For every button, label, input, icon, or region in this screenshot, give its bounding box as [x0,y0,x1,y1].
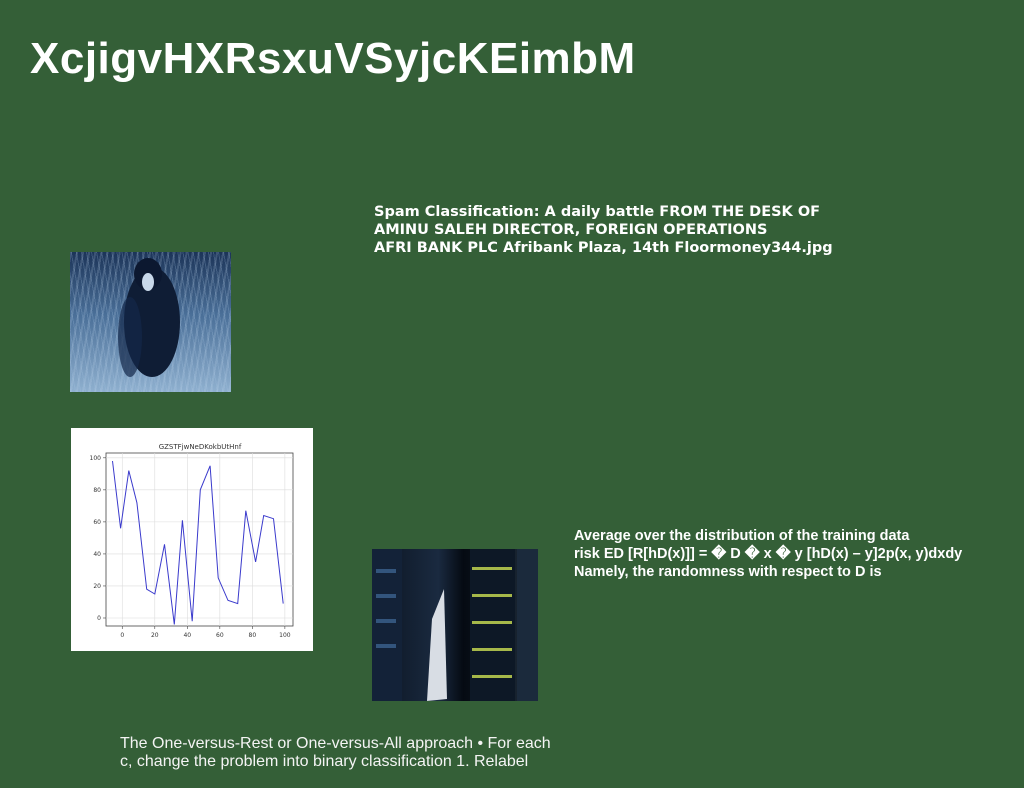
y-tick-label: 100 [90,455,102,462]
x-tick-label: 20 [151,632,159,639]
spam-classification-text: Spam Classification: A daily battle FROM… [374,204,833,256]
dog-in-grass-photo [70,252,231,392]
page-title: XcjigvHXRsxuVSyjcKEimbM [30,34,636,83]
library-photo-art [372,549,538,701]
chart-title: GZSTFjwNeDKokbUtHnf [159,443,242,451]
library-shelves-photo [372,549,538,701]
line-chart: GZSTFjwNeDKokbUtHnf 0 20 40 60 80 100 0 20 40 60 8… [71,428,313,651]
y-tick-label: 40 [93,551,101,558]
line-chart-svg: GZSTFjwNeDKokbUtHnf 0 20 40 60 80 100 0 20 40 60 8… [90,443,294,639]
y-tick-label: 20 [93,583,101,590]
x-tick-label: 60 [216,632,224,639]
y-tick-label: 60 [93,519,101,526]
x-tick-label: 80 [249,632,257,639]
y-tick-label: 80 [93,487,101,494]
one-versus-rest-text: The One-versus-Rest or One-versus-All ap… [120,735,551,770]
plot-area [105,452,294,627]
dog-photo-art [118,258,180,377]
x-tick-label: 0 [120,632,124,639]
risk-formula-text: Average over the distribution of the tra… [574,528,963,580]
x-tick-label: 40 [183,632,191,639]
y-tick-label: 0 [97,615,101,622]
x-tick-label: 100 [279,632,291,639]
